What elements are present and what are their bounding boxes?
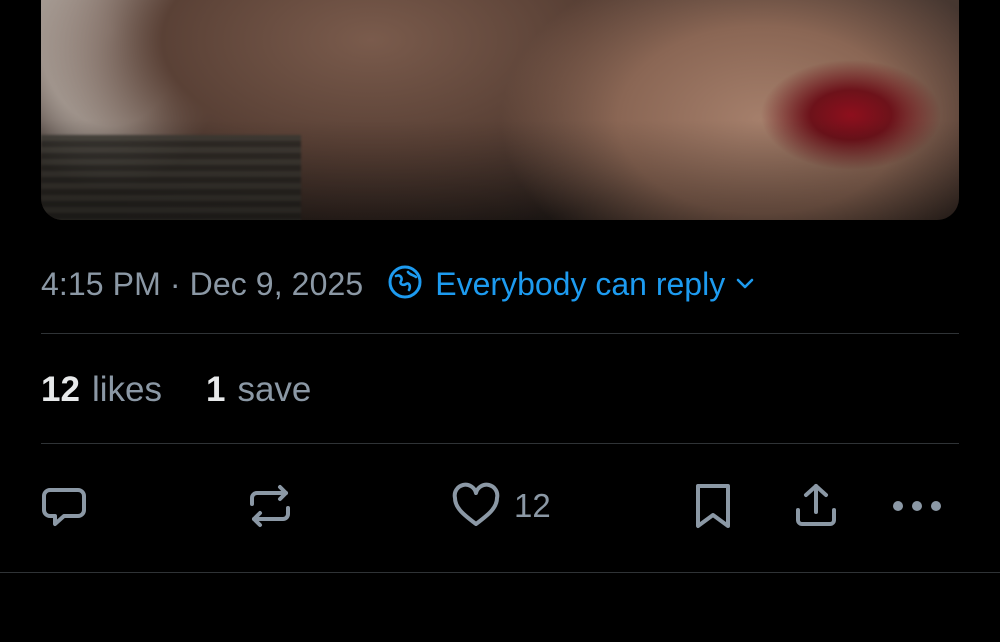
chevron-down-icon	[735, 277, 755, 291]
reply-audience-button[interactable]: Everybody can reply	[387, 264, 755, 305]
like-button[interactable]: 12	[450, 478, 551, 534]
reply-button[interactable]	[38, 478, 90, 534]
post-media-image[interactable]	[41, 0, 959, 220]
likes-label: likes	[91, 370, 162, 409]
reply-audience-label: Everybody can reply	[435, 265, 726, 302]
likes-count: 12	[41, 370, 80, 409]
divider	[0, 572, 1000, 573]
divider	[41, 443, 959, 444]
post-stats-row: 12 likes 1 save	[41, 368, 355, 412]
divider	[41, 333, 959, 334]
reply-icon	[38, 480, 90, 532]
likes-stat[interactable]: 12 likes	[41, 370, 162, 410]
more-icon	[890, 480, 944, 532]
repost-button[interactable]	[244, 478, 296, 534]
share-button[interactable]	[790, 478, 842, 534]
media-shade	[41, 0, 959, 220]
globe-icon	[387, 264, 423, 305]
saves-count: 1	[205, 370, 226, 409]
more-button[interactable]	[890, 478, 944, 534]
saves-stat[interactable]: 1 save	[206, 370, 311, 410]
bookmark-icon	[688, 480, 738, 532]
heart-icon	[450, 480, 502, 532]
like-count: 12	[514, 487, 551, 524]
bookmark-button[interactable]	[688, 478, 738, 534]
repost-icon	[244, 480, 296, 532]
post-meta-row: 4:15 PM · Dec 9, 2025 Everybody can repl…	[41, 262, 755, 306]
share-icon	[790, 480, 842, 532]
post-timestamp[interactable]: 4:15 PM · Dec 9, 2025	[41, 266, 363, 303]
saves-label: save	[237, 370, 312, 409]
